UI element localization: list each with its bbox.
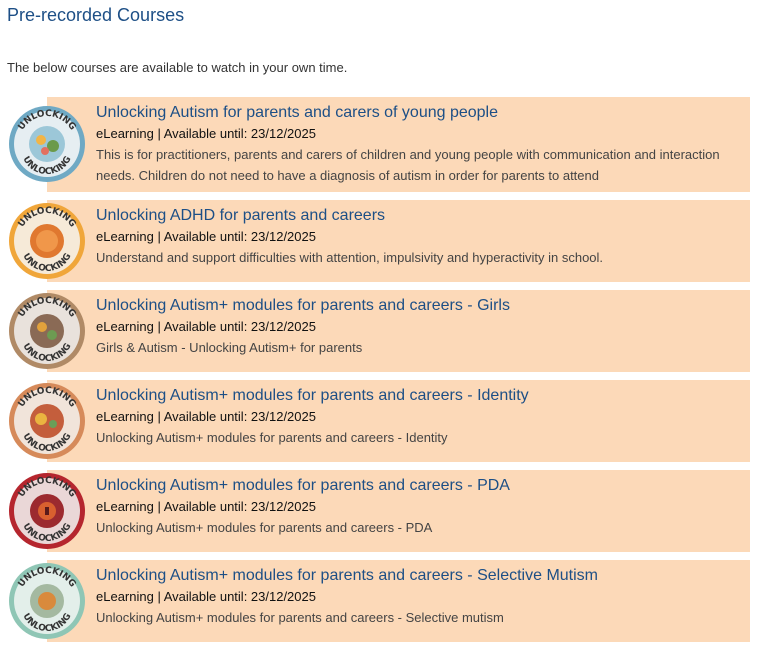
course-title-link[interactable]: Unlocking ADHD for parents and careers (96, 206, 742, 226)
pre-recorded-courses-page: Pre-recorded Courses The below courses a… (0, 0, 757, 648)
course-description: Unlocking Autism+ modules for parents an… (96, 430, 448, 445)
unlocking-pda-badge-icon: UNLOCKING UNLOCKING (7, 471, 87, 551)
course-item[interactable]: UNLOCKING UNLOCKING Unlocking Autism+ mo… (7, 380, 750, 462)
course-description: Understand and support difficulties with… (96, 250, 604, 265)
course-meta: eLearning | Available until: 23/12/2025 (96, 589, 316, 604)
course-title-link[interactable]: Unlocking Autism+ modules for parents an… (96, 476, 742, 496)
course-description: Unlocking Autism+ modules for parents an… (96, 610, 504, 625)
course-meta: eLearning | Available until: 23/12/2025 (96, 229, 316, 244)
unlocking-identity-badge-icon: UNLOCKING UNLOCKING (7, 381, 87, 461)
course-description: This is for practitioners, parents and c… (96, 147, 720, 183)
course-meta: eLearning | Available until: 23/12/2025 (96, 409, 316, 424)
course-title-link[interactable]: Unlocking Autism for parents and carers … (96, 103, 742, 123)
course-item[interactable]: UNLOCKING UNLOCKING Unlocking Autism+ mo… (7, 290, 750, 372)
unlocking-autism-badge-icon: UNLOCKING UNLOCKING (7, 104, 87, 184)
course-title-link[interactable]: Unlocking Autism+ modules for parents an… (96, 386, 742, 406)
course-item[interactable]: UNLOCKING UNLOCKING Unlocking Autism for… (7, 97, 750, 192)
course-item[interactable]: UNLOCKING UNLOCKING Unlocking Autism+ mo… (7, 560, 750, 642)
course-item[interactable]: UNLOCKING UNLOCKING Unlocking Autism+ mo… (7, 470, 750, 552)
course-meta: eLearning | Available until: 23/12/2025 (96, 319, 316, 334)
course-title-link[interactable]: Unlocking Autism+ modules for parents an… (96, 296, 742, 316)
course-meta: eLearning | Available until: 23/12/2025 (96, 126, 316, 141)
unlocking-selective-mutism-badge-icon: UNLOCKING UNLOCKING (7, 561, 87, 641)
unlocking-adhd-badge-icon: UNLOCKING UNLOCKING (7, 201, 87, 281)
page-intro: The below courses are available to watch… (7, 60, 348, 75)
course-meta: eLearning | Available until: 23/12/2025 (96, 499, 316, 514)
unlocking-girls-badge-icon: UNLOCKING UNLOCKING (7, 291, 87, 371)
course-item[interactable]: UNLOCKING UNLOCKING Unlocking ADHD for p… (7, 200, 750, 282)
course-title-link[interactable]: Unlocking Autism+ modules for parents an… (96, 566, 742, 586)
course-description: Unlocking Autism+ modules for parents an… (96, 520, 433, 535)
course-description: Girls & Autism - Unlocking Autism+ for p… (96, 340, 363, 355)
page-title: Pre-recorded Courses (7, 5, 185, 25)
